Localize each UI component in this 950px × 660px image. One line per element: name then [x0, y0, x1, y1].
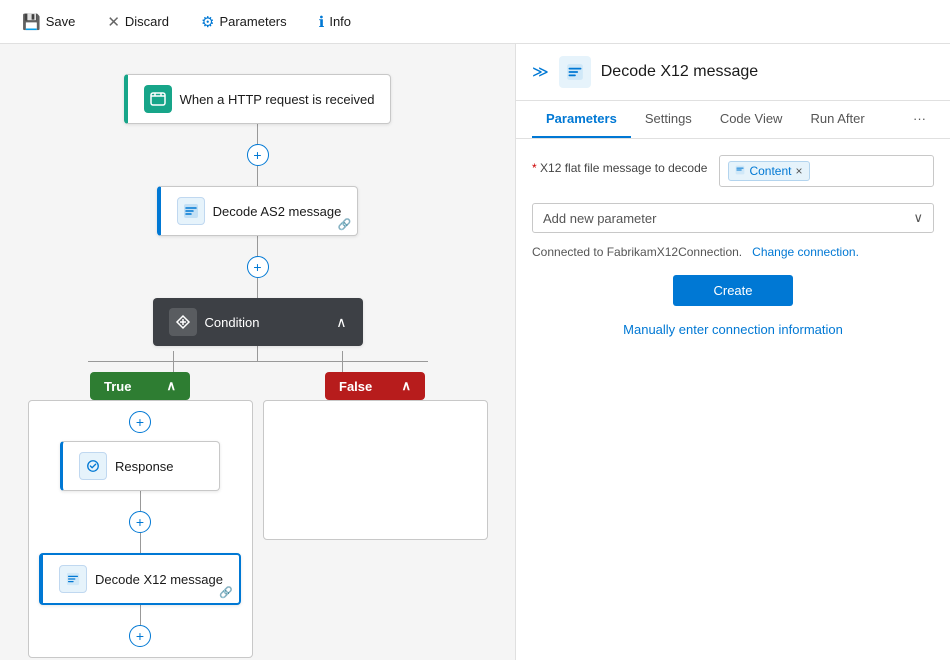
tag-label: Content: [749, 164, 791, 178]
condition-wrapper: Condition ∧: [20, 298, 495, 658]
false-branch: False ∧: [263, 372, 488, 658]
add-step-1[interactable]: +: [247, 144, 269, 166]
false-collapse-icon: ∧: [401, 378, 411, 394]
add-step-2[interactable]: +: [247, 256, 269, 278]
panel-collapse-button[interactable]: ≫: [532, 62, 549, 82]
connection-info: Connected to FabrikamX12Connection. Chan…: [532, 245, 934, 259]
discard-icon: ✕: [107, 13, 120, 31]
manual-connection-link[interactable]: Manually enter connection information: [532, 322, 934, 337]
flow-container: When a HTTP request is received + Decode…: [20, 64, 495, 658]
true-branch-body: + Response +: [28, 400, 253, 658]
toolbar: 💾 Save ✕ Discard ⚙ Parameters ℹ Info: [0, 0, 950, 44]
link-icon-2: 🔗: [219, 586, 233, 599]
connector-2: +: [247, 236, 269, 298]
response-icon: [79, 452, 107, 480]
tab-code-view[interactable]: Code View: [706, 101, 797, 138]
panel-header: ≫ Decode X12 message: [516, 44, 950, 101]
save-label: Save: [46, 14, 76, 29]
response-node[interactable]: Response: [60, 441, 220, 491]
connector-1: +: [247, 124, 269, 186]
create-button[interactable]: Create: [673, 275, 792, 306]
trigger-icon: [144, 85, 172, 113]
required-asterisk: *: [532, 161, 537, 175]
branch-left-drop: [173, 362, 174, 372]
panel-title: Decode X12 message: [601, 63, 758, 81]
trigger-node[interactable]: When a HTTP request is received: [124, 74, 392, 124]
discard-label: Discard: [125, 14, 169, 29]
connector-3: +: [129, 491, 151, 553]
tab-more-button[interactable]: ···: [905, 101, 934, 138]
connector-4: +: [129, 605, 151, 647]
right-panel: ≫ Decode X12 message Parameters Settings…: [515, 44, 950, 660]
field-row-x12: * X12 flat file message to decode Conten…: [532, 155, 934, 187]
as2-decode-label: Decode AS2 message: [213, 204, 342, 219]
false-branch-body: [263, 400, 488, 540]
tab-parameters[interactable]: Parameters: [532, 101, 631, 138]
trigger-label: When a HTTP request is received: [180, 92, 375, 107]
tag-icon: [735, 165, 745, 178]
info-icon: ℹ: [319, 13, 325, 31]
condition-collapse-icon[interactable]: ∧: [336, 314, 346, 331]
change-connection-link[interactable]: Change connection.: [752, 245, 859, 259]
add-true-step[interactable]: +: [129, 411, 151, 433]
false-branch-header[interactable]: False ∧: [325, 372, 425, 400]
parameters-button[interactable]: ⚙ Parameters: [195, 9, 293, 35]
tag-close-button[interactable]: ×: [795, 164, 802, 178]
canvas: When a HTTP request is received + Decode…: [0, 44, 515, 660]
dropdown-chevron-icon: ∨: [913, 210, 923, 226]
add-parameter-dropdown[interactable]: Add new parameter ∨: [532, 203, 934, 233]
link-icon-1: 🔗: [338, 218, 352, 231]
tab-settings[interactable]: Settings: [631, 101, 706, 138]
panel-icon: [559, 56, 591, 88]
parameters-icon: ⚙: [201, 13, 214, 31]
connector-line-2: [257, 236, 258, 256]
connector-line-1b: [257, 166, 258, 186]
true-collapse-icon: ∧: [166, 378, 176, 394]
branch-h-line: [88, 361, 428, 362]
condition-label: Condition: [205, 315, 260, 330]
parameters-label: Parameters: [219, 14, 286, 29]
panel-body: * X12 flat file message to decode Conten…: [516, 139, 950, 660]
add-true-step-3[interactable]: +: [129, 625, 151, 647]
save-button[interactable]: 💾 Save: [16, 9, 81, 35]
field-label-x12: * X12 flat file message to decode: [532, 155, 707, 175]
tab-run-after[interactable]: Run After: [796, 101, 878, 138]
x12-decode-label: Decode X12 message: [95, 572, 223, 587]
add-parameter-label: Add new parameter: [543, 211, 656, 226]
info-button[interactable]: ℹ Info: [313, 9, 357, 35]
x12-decode-node[interactable]: Decode X12 message 🔗: [39, 553, 241, 605]
as2-decode-icon: [177, 197, 205, 225]
connector-line-2b: [257, 278, 258, 298]
field-value-x12[interactable]: Content ×: [719, 155, 934, 187]
content-tag: Content ×: [728, 161, 809, 181]
panel-tabs: Parameters Settings Code View Run After …: [516, 101, 950, 139]
true-label: True: [104, 379, 131, 394]
add-true-step-2[interactable]: +: [129, 511, 151, 533]
info-label: Info: [329, 14, 351, 29]
true-branch-header[interactable]: True ∧: [90, 372, 190, 400]
discard-button[interactable]: ✕ Discard: [101, 9, 175, 35]
condition-icon: [169, 308, 197, 336]
x12-decode-icon: [59, 565, 87, 593]
main-content: When a HTTP request is received + Decode…: [0, 44, 950, 660]
as2-decode-node[interactable]: Decode AS2 message 🔗: [157, 186, 359, 236]
branch-top-line: [257, 346, 258, 361]
connection-text: Connected to FabrikamX12Connection.: [532, 245, 742, 259]
condition-branches: True ∧ + Response: [28, 372, 488, 658]
true-branch: True ∧ + Response: [28, 372, 253, 658]
connector-line-1: [257, 124, 258, 144]
condition-node[interactable]: Condition ∧: [153, 298, 363, 346]
false-label: False: [339, 379, 372, 394]
save-icon: 💾: [22, 13, 41, 31]
response-label: Response: [115, 459, 174, 474]
branch-right-drop: [342, 362, 343, 372]
